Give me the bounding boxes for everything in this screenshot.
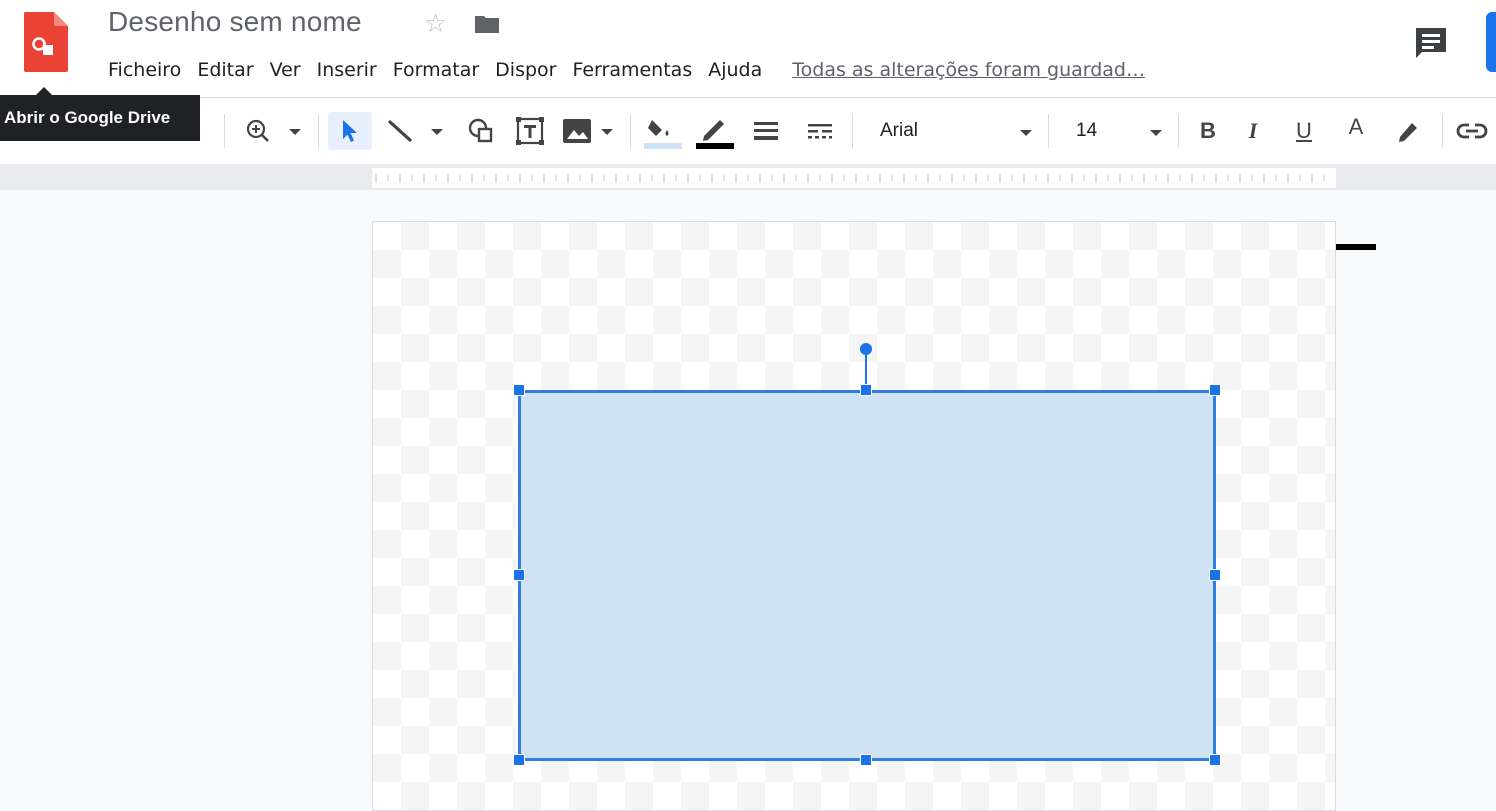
- border-color-icon: [696, 120, 734, 149]
- menu-edit[interactable]: Editar: [189, 54, 261, 86]
- line-icon: [388, 120, 443, 142]
- menu-bar: Ficheiro Editar Ver Inserir Formatar Dis…: [100, 54, 1145, 86]
- resize-handle-bottom-right[interactable]: [1209, 754, 1221, 766]
- menu-file[interactable]: Ficheiro: [100, 54, 189, 86]
- text-box-icon: [516, 117, 544, 145]
- font-family-select[interactable]: Arial: [868, 112, 1044, 150]
- image-tool-button[interactable]: [558, 112, 622, 150]
- zoom-in-icon: [246, 119, 301, 142]
- highlight-button[interactable]: [1390, 112, 1426, 150]
- menu-tools[interactable]: Ferramentas: [564, 54, 700, 86]
- toolbar-divider: [852, 114, 853, 148]
- save-status-link[interactable]: Todas as alterações foram guardad…: [792, 59, 1145, 81]
- fill-color-icon: [644, 120, 682, 149]
- line-tool-button[interactable]: [380, 112, 448, 150]
- folder-icon[interactable]: [474, 14, 500, 34]
- chevron-down-icon: [1150, 130, 1162, 136]
- link-icon: [1456, 123, 1488, 139]
- link-button[interactable]: [1452, 112, 1492, 150]
- menu-help[interactable]: Ajuda: [700, 54, 770, 86]
- highlight-icon: [1399, 123, 1417, 142]
- italic-button[interactable]: I: [1238, 112, 1268, 150]
- border-dash-button[interactable]: [800, 112, 840, 150]
- shape-tool-button[interactable]: [462, 112, 500, 150]
- tooltip-arrow: [36, 87, 52, 95]
- drive-tooltip: Abrir o Google Drive: [0, 95, 200, 141]
- horizontal-ruler[interactable]: [372, 168, 1336, 188]
- toolbar-divider: [224, 114, 225, 148]
- resize-handle-left[interactable]: [513, 569, 525, 581]
- menu-view[interactable]: Ver: [262, 54, 309, 86]
- toolbar-divider: [1442, 114, 1443, 148]
- document-title[interactable]: Desenho sem nome: [108, 6, 362, 38]
- border-color-button[interactable]: [692, 112, 738, 150]
- toolbar-divider: [1048, 114, 1049, 148]
- text-color-button[interactable]: A: [1336, 112, 1376, 150]
- resize-handle-right[interactable]: [1209, 569, 1221, 581]
- app-header: Desenho sem nome ☆ Ficheiro Editar Ver I…: [0, 0, 1496, 98]
- chevron-down-icon: [1020, 130, 1032, 136]
- image-icon: [563, 119, 613, 143]
- select-tool-button[interactable]: [328, 112, 372, 150]
- menu-insert[interactable]: Inserir: [309, 54, 385, 86]
- resize-handle-top-right[interactable]: [1209, 384, 1221, 396]
- toolbar: Arial 14 B I U A: [0, 98, 1496, 250]
- resize-handle-bottom-left[interactable]: [513, 754, 525, 766]
- border-dash-icon: [808, 124, 832, 139]
- shape-icon: [468, 118, 493, 143]
- menu-arrange[interactable]: Dispor: [487, 54, 564, 86]
- rotate-handle[interactable]: [860, 343, 872, 355]
- text-color-swatch: [1336, 244, 1376, 250]
- fill-color-button[interactable]: [640, 112, 686, 150]
- bold-button[interactable]: B: [1190, 112, 1226, 150]
- toolbar-divider: [1178, 114, 1179, 148]
- underline-button[interactable]: U: [1288, 112, 1320, 150]
- toolbar-divider: [630, 114, 631, 148]
- menu-format[interactable]: Formatar: [385, 54, 487, 86]
- share-button[interactable]: [1486, 12, 1496, 72]
- zoom-button[interactable]: [240, 112, 304, 150]
- text-box-tool-button[interactable]: [510, 112, 550, 150]
- resize-handle-bottom[interactable]: [860, 754, 872, 766]
- selected-rectangle-shape[interactable]: [518, 390, 1216, 761]
- star-icon[interactable]: ☆: [424, 8, 447, 39]
- toolbar-divider: [318, 114, 319, 148]
- resize-handle-top[interactable]: [860, 384, 872, 396]
- google-drawings-icon[interactable]: [22, 10, 70, 74]
- border-weight-icon: [754, 122, 778, 140]
- cursor-arrow-icon: [343, 120, 357, 142]
- comments-icon[interactable]: [1412, 24, 1450, 64]
- border-weight-button[interactable]: [746, 112, 786, 150]
- resize-handle-top-left[interactable]: [513, 384, 525, 396]
